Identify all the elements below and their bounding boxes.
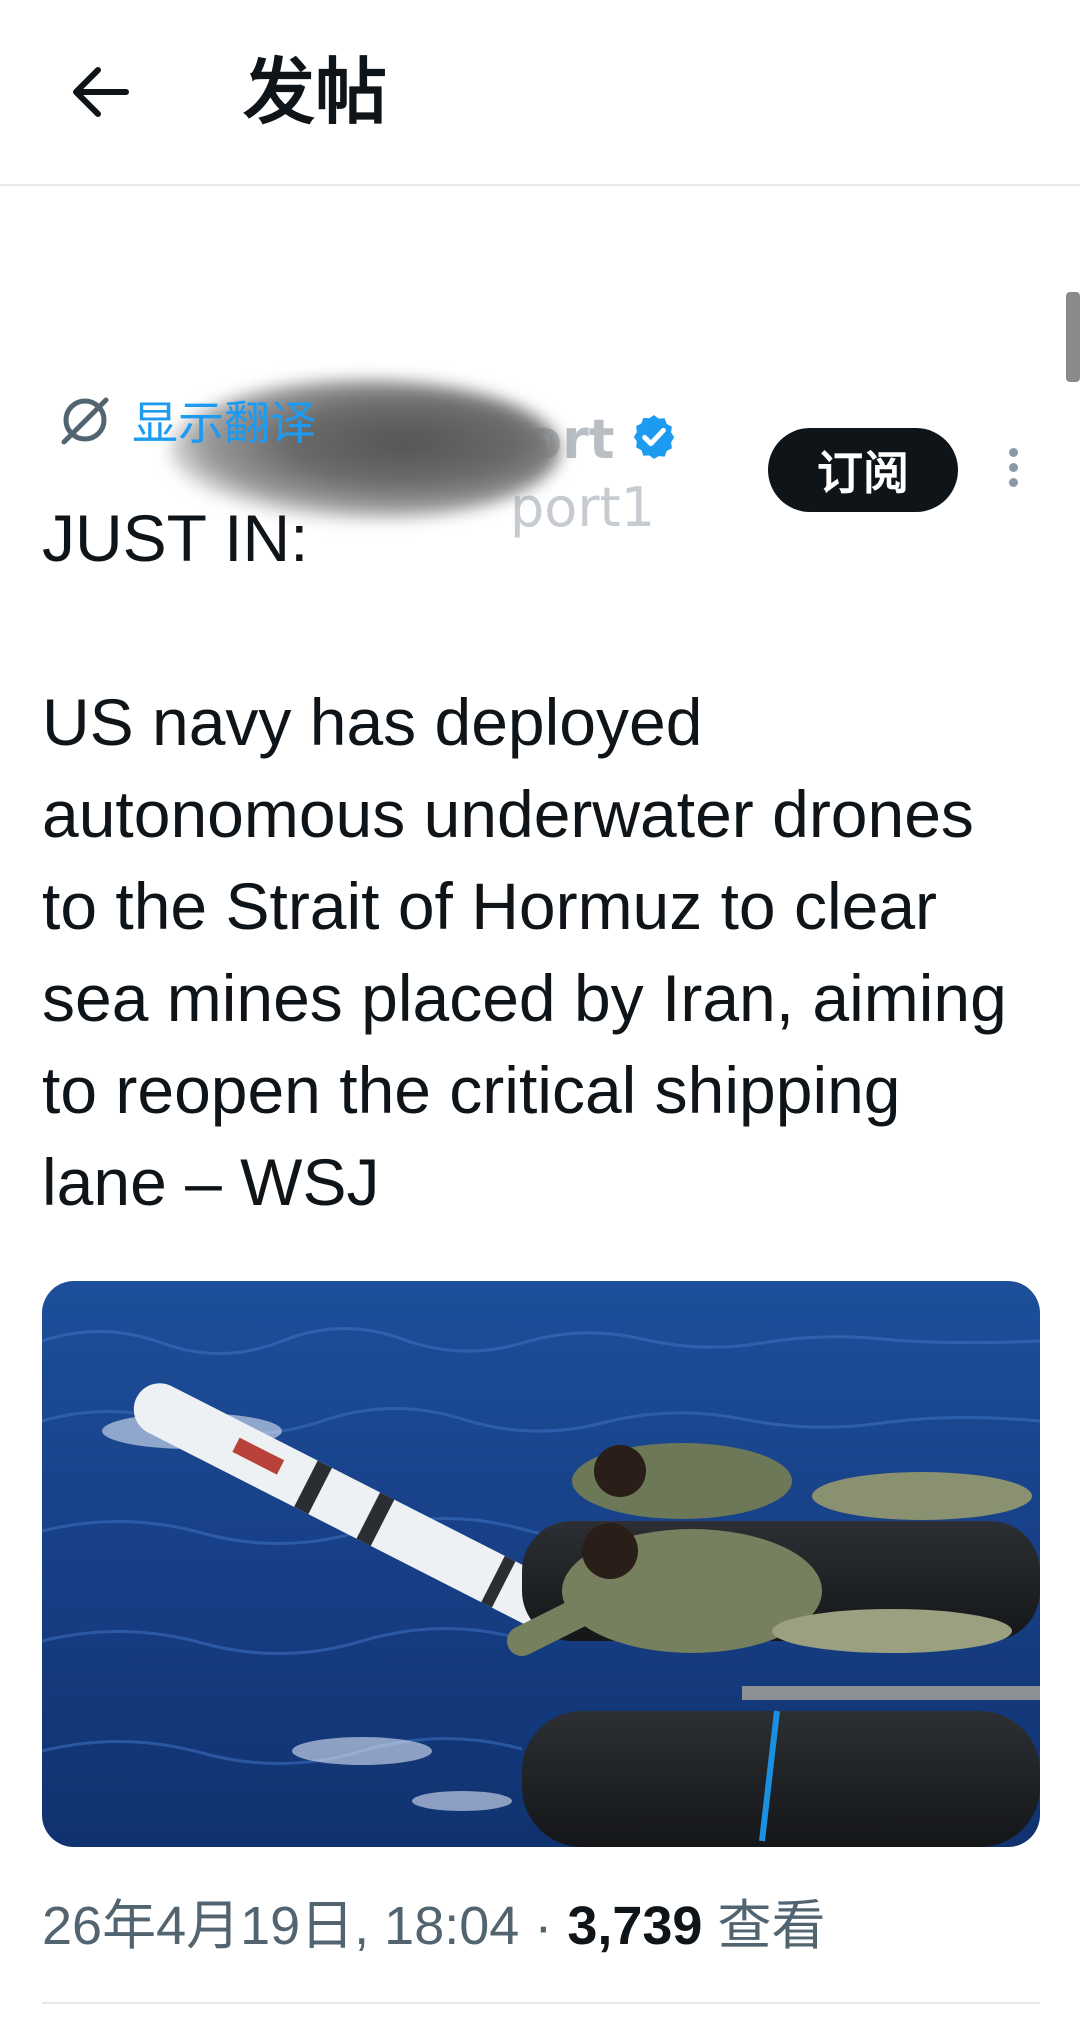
author-row: ort port1 订阅	[0, 190, 1080, 538]
more-dot-icon	[1008, 448, 1018, 457]
show-translation-label: 显示翻译	[132, 396, 316, 450]
verified-badge-icon	[629, 412, 679, 474]
tweet-text: JUST IN: US navy has deployed autonomous…	[42, 501, 1007, 1219]
views-label: 查看	[702, 1896, 826, 1956]
arrow-left-icon	[73, 67, 129, 117]
scrollbar-thumb[interactable]	[1066, 292, 1080, 382]
back-button[interactable]	[60, 52, 140, 132]
meta-separator: ·	[519, 1896, 568, 1956]
tweet-meta: 26年4月19日, 18:04 · 3,739 查看	[42, 1893, 825, 1959]
tweet-timestamp[interactable]: 26年4月19日, 18:04	[42, 1896, 519, 1956]
translate-globe-icon	[61, 397, 109, 445]
show-translation-button[interactable]: 显示翻译	[56, 390, 316, 450]
more-dot-icon	[1008, 478, 1018, 487]
views-count: 3,739	[567, 1896, 703, 1956]
page-title: 发帖	[243, 50, 388, 134]
more-dot-icon	[1008, 463, 1018, 472]
tweet-media-photo[interactable]	[42, 1281, 1040, 1847]
photo-sailors-underwater-drone	[42, 1281, 1040, 1847]
top-bar: 发帖	[0, 0, 1080, 186]
divider	[42, 2002, 1040, 2004]
